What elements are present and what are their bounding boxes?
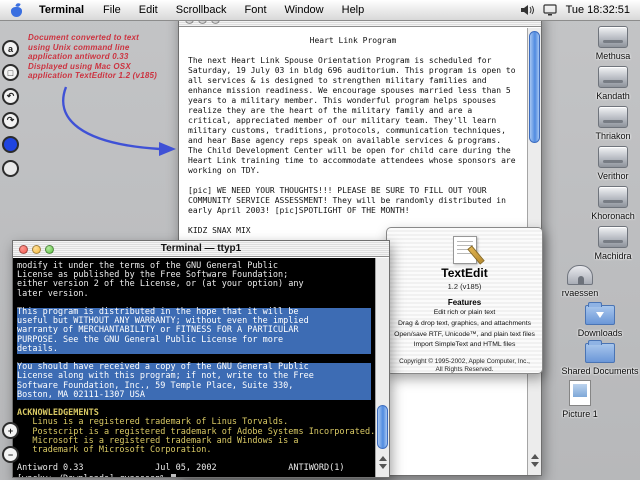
about-version: 1.2 (v185) [387,282,542,291]
about-app-name: TextEdit [387,266,542,280]
terminal-prompt-line[interactable]: [wacky:~/Downloads] rvaessen% [17,474,371,477]
terminal-window: Terminal — ttyp1 modify it under the ter… [12,240,390,478]
drive-icon [598,66,628,88]
scrollbar-arrows[interactable] [376,454,389,476]
about-feature: Import SimpleText and HTML files [387,341,542,350]
terminal-output-area[interactable]: modify it under the terms of the GNU Gen… [13,258,375,477]
about-feature: Drag & drop text, graphics, and attachme… [387,320,542,329]
drive-icon [598,26,628,48]
terminal-cursor [171,474,176,477]
scroll-down-icon[interactable] [531,462,539,467]
window-controls [19,245,54,254]
downloads-folder-icon [585,305,615,325]
zoom-out-tool[interactable]: − [2,446,19,463]
volume-icon[interactable] [520,4,534,16]
desktop-screen: Terminal File Edit Scrollback Font Windo… [0,0,640,480]
terminal-manpage-footer: Antiword 0.33 Jul 05, 2002 ANTIWORD(1) [17,464,371,473]
volume-icon-machidra[interactable]: Machidra [581,226,640,261]
app-menu-terminal[interactable]: Terminal [29,4,94,16]
window-title: Terminal — ttyp1 [161,243,241,254]
volume-label: Machidra [594,251,631,261]
volume-icon-thriakon[interactable]: Thriakon [581,106,640,141]
clear-color-swatch[interactable] [2,160,19,177]
about-features-heading: Features [387,298,542,307]
desktop-icon-shared-documents[interactable]: Shared Documents [568,338,632,376]
volume-label: Verithor [597,171,628,181]
drive-icon [598,106,628,128]
volume-label: Khoronach [591,211,635,221]
terminal-scrollbar[interactable] [375,258,389,477]
annotation-tool-palette-bottom: + − [2,422,19,470]
drive-icon [598,226,628,248]
annotation-tool-palette: a □ ↶ ↷ [2,40,19,184]
folder-icon [585,343,615,363]
annotation-arrow [54,84,186,164]
about-textedit-panel: TextEdit 1.2 (v185) Features Edit rich o… [386,227,543,374]
desktop-icon-picture-1[interactable]: Picture 1 [548,380,612,419]
scroll-up-icon[interactable] [379,456,387,461]
displays-icon[interactable] [543,4,557,16]
terminal-line-selected: PURPOSE. See the GNU General Public Lice… [17,336,371,345]
document-paragraph: The next Heart Link Spouse Orientation P… [188,56,518,176]
desktop-icon-downloads[interactable]: Downloads [568,300,632,338]
scroll-down-icon[interactable] [379,464,387,469]
drive-icon [598,186,628,208]
terminal-titlebar[interactable]: Terminal — ttyp1 [13,241,389,257]
menu-bar: Terminal File Edit Scrollback Font Windo… [0,0,640,21]
desktop-item-label: Downloads [578,328,623,338]
menu-bar-clock[interactable]: Tue 18:32:51 [566,4,632,16]
desktop-item-label: rvaessen [562,288,599,298]
blue-color-swatch[interactable] [2,136,19,153]
text-tool[interactable]: a [2,40,19,57]
volume-icon-kandath[interactable]: Kandath [581,66,640,101]
desktop-icon-rvaessen[interactable]: rvaessen [548,262,612,298]
about-feature: Open/save RTF, Unicode™, and plain text … [387,331,542,340]
menu-edit[interactable]: Edit [130,4,167,16]
undo-tool[interactable]: ↶ [2,88,19,105]
terminal-line: trademark of Microsoft Corporation. [17,446,371,455]
scrollbar-thumb[interactable] [377,405,388,449]
desktop-item-label: Shared Documents [561,366,638,376]
annotation-note: Document converted to text using Unix co… [28,33,188,81]
menu-bar-status-area: Tue 18:32:51 [520,4,632,16]
home-icon [567,265,593,285]
redo-tool[interactable]: ↷ [2,112,19,129]
about-feature: Edit rich or plain text [387,309,542,318]
shape-tool[interactable]: □ [2,64,19,81]
download-arrow-icon [596,312,604,318]
desktop-item-label: Picture 1 [562,409,598,419]
menu-file[interactable]: File [94,4,130,16]
terminal-line-selected: details. [17,345,371,354]
volume-icon-verithor[interactable]: Verithor [581,146,640,181]
textedit-app-icon [453,236,477,264]
zoom-in-tool[interactable]: + [2,422,19,439]
menu-help[interactable]: Help [333,4,374,16]
volume-label: Thriakon [595,131,630,141]
picture-file-icon [569,380,591,406]
minimize-button[interactable] [32,245,41,254]
scrollbar-arrows[interactable] [528,452,541,474]
document-paragraph: [pic] WE NEED YOUR THOUGHTS!!! PLEASE BE… [188,186,518,216]
document-heading: Heart Link Program [188,36,518,46]
volume-icon-methusa[interactable]: Methusa [581,26,640,61]
zoom-button[interactable] [45,245,54,254]
volume-label: Kandath [596,91,630,101]
terminal-line: later version. [17,290,371,299]
about-copyright: Copyright © 1995-2002, Apple Computer, I… [387,358,542,374]
terminal-prompt: [wacky:~/Downloads] rvaessen% [17,474,171,477]
close-button[interactable] [19,245,28,254]
terminal-line-selected: Boston, MA 02111-1307 USA [17,391,371,400]
menu-scrollback[interactable]: Scrollback [167,4,236,16]
apple-menu-icon[interactable] [10,3,23,17]
scrollbar-thumb[interactable] [529,31,540,143]
drive-icon [598,146,628,168]
volume-label: Methusa [596,51,631,61]
menu-window[interactable]: Window [276,4,333,16]
menu-font[interactable]: Font [235,4,275,16]
scroll-up-icon[interactable] [531,454,539,459]
volume-icon-khoronach[interactable]: Khoronach [581,186,640,221]
